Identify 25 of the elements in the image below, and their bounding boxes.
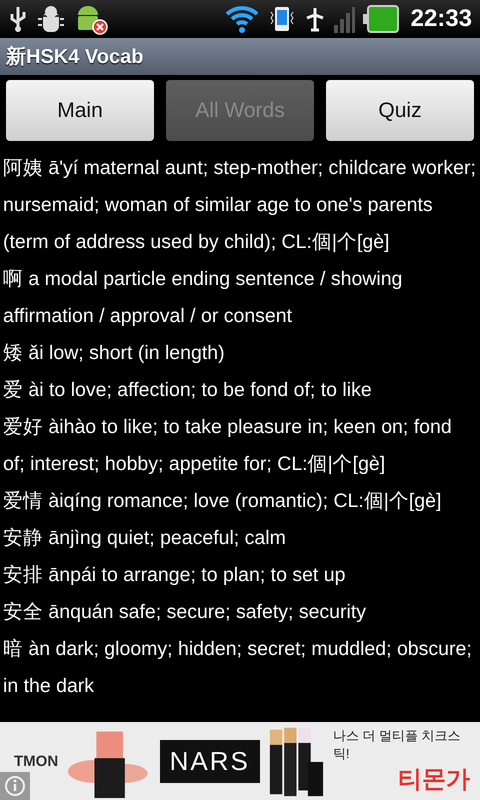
tab[interactable]: Main (6, 80, 154, 141)
vocab-entry[interactable]: 矮 ǎi low; short (in length) (3, 335, 477, 372)
signal-icon (332, 5, 355, 33)
info-icon[interactable] (0, 772, 30, 800)
battery-icon (362, 4, 399, 34)
bug-icon (36, 4, 66, 34)
vocab-entry[interactable]: 爱 ài to love; affection; to be fond of; to like (3, 372, 477, 409)
vocab-entry[interactable]: 暗 àn dark; gloomy; hidden; secret; muddled; obscure; in the dark (3, 631, 477, 705)
usb-icon (8, 6, 28, 32)
brand-logo: TMON (14, 752, 58, 770)
app-title: 新HSK4 Vocab (6, 44, 144, 70)
vocab-entry[interactable]: 安全 ānquán safe; secure; safety; security (3, 594, 477, 631)
brand-logo: NARS (160, 740, 260, 782)
vocab-entry[interactable]: 阿姨 ā'yí maternal aunt; step-mother; childcare worker; nursemaid; woman of similar age to one's parents (term of address used by child); CL:個|个[gè] (3, 150, 477, 261)
ad-tagline: 티몬가 (398, 765, 470, 795)
clock: 22:33 (410, 5, 472, 33)
ad-headline: 나스 더 멀티플 치크스틱! (332, 727, 462, 763)
wifi-icon (224, 4, 259, 34)
vocab-entry[interactable]: 爱好 àihào to like; to take pleasure in; keen on; fond of; interest; hobby; appetite for; CL:個|个[gè] (3, 409, 477, 483)
vocab-entry[interactable]: 爱情 àiqíng romance; love (romantic); CL:個|个[gè] (3, 483, 477, 520)
vocab-entry[interactable]: 安静 ānjìng quiet; peaceful; calm (3, 520, 477, 557)
airplane-icon (304, 6, 325, 32)
vocab-entry[interactable]: 安排 ānpái to arrange; to plan; to set up (3, 557, 477, 594)
vocab-entry[interactable]: 啊 a modal particle ending sentence / showing affirmation / approval / or consent (3, 261, 477, 335)
tab[interactable]: Quiz (326, 80, 474, 141)
